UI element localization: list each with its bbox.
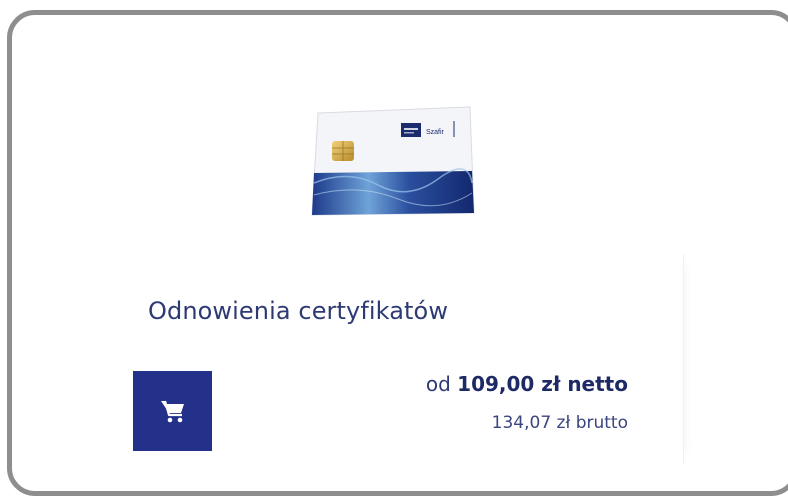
svg-text:Szafir: Szafir	[426, 129, 445, 136]
product-title[interactable]: Odnowienia certyfikatów	[148, 297, 448, 325]
shopping-cart-icon	[160, 400, 184, 423]
price-net-amount: 109,00 zł netto	[457, 372, 628, 396]
price-prefix: od	[425, 372, 451, 396]
smart-card-image: Szafir	[308, 103, 480, 219]
price-net: od 109,00 zł netto	[426, 372, 628, 396]
price-gross: 134,07 zł brutto	[491, 413, 628, 433]
smart-card-illustration: Szafir	[311, 106, 475, 216]
add-to-cart-button[interactable]	[133, 371, 212, 451]
